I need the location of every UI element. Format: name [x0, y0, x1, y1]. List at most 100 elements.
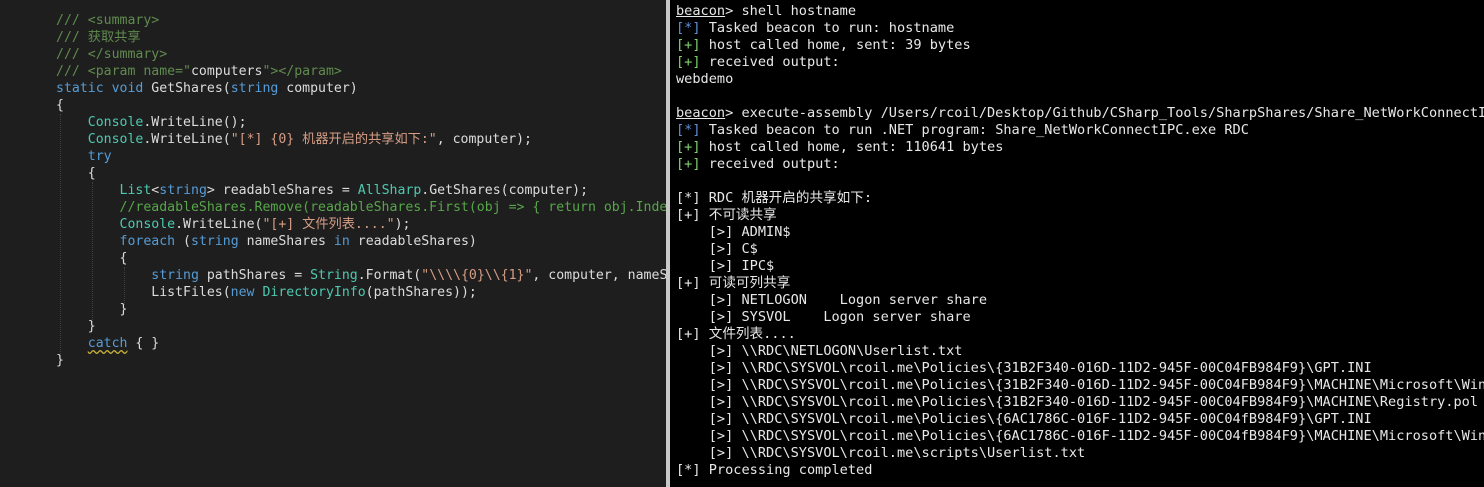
text-segment: received output:: [700, 156, 840, 172]
code-line: }: [56, 318, 666, 335]
text-segment: {: [56, 98, 64, 113]
text-segment: [>] C$: [676, 241, 758, 257]
text-segment: in: [333, 234, 350, 249]
text-segment: [>] \\RDC\SYSVOL\rcoil.me\Policies\{31B2…: [676, 377, 1484, 393]
text-segment: void: [111, 81, 144, 96]
code-text[interactable]: /// <summary>/// 获取共享/// </summary>/// <…: [56, 12, 666, 369]
text-segment: [104, 81, 112, 96]
code-line: foreach (string nameShares in readableSh…: [56, 233, 666, 250]
terminal-line: [>] \\RDC\SYSVOL\rcoil.me\Policies\{6AC1…: [676, 428, 1484, 445]
text-segment: [>] \\RDC\SYSVOL\rcoil.me\Policies\{6AC1…: [676, 411, 1372, 427]
text-segment: > execute-assembly /Users/rcoil/Desktop/…: [725, 105, 1484, 121]
text-segment: Tasked beacon to run .NET program: Share…: [700, 122, 1249, 138]
terminal-line: [>] C$: [676, 241, 1484, 258]
terminal-line: [+] received output:: [676, 54, 1484, 71]
text-segment: {: [56, 251, 128, 266]
terminal-line: [>] SYSVOL Logon server share: [676, 309, 1484, 326]
text-segment: String: [310, 268, 358, 283]
text-segment: "[*] {0} 机器开启的共享如下:": [230, 132, 437, 147]
terminal-line: webdemo: [676, 71, 1484, 88]
code-line: {: [56, 97, 666, 114]
text-segment: [>] NETLOGON Logon server share: [676, 292, 987, 308]
terminal-pane[interactable]: beacon> shell hostname [*] Tasked beacon …: [670, 0, 1484, 487]
text-segment: [>] ADMIN$: [676, 224, 791, 240]
text-segment: [+]: [676, 139, 701, 155]
text-segment: }: [56, 353, 64, 368]
text-segment: (: [175, 234, 191, 249]
code-line: Console.WriteLine();: [56, 114, 666, 131]
terminal-line: [+] host called home, sent: 110641 bytes: [676, 139, 1484, 156]
text-segment: [>] IPC$: [676, 258, 775, 274]
terminal-line: [+] 文件列表....: [676, 326, 1484, 343]
text-segment: nameShares: [238, 234, 334, 249]
text-segment: }: [56, 319, 96, 334]
text-segment: /// <summary>: [56, 13, 160, 28]
terminal-line: [+] 不可读共享: [676, 207, 1484, 224]
text-segment: Console: [87, 132, 144, 147]
terminal-line: [>] \\RDC\SYSVOL\rcoil.me\Policies\{31B2…: [676, 377, 1484, 394]
text-segment: Tasked beacon to run: hostname: [700, 20, 955, 36]
text-segment: [56, 132, 88, 147]
text-segment: GetShares(: [143, 81, 231, 96]
text-segment: computers: [190, 64, 263, 79]
text-segment: .WriteLine(: [143, 132, 231, 147]
terminal-line: [+] 可读可列共享: [676, 275, 1484, 292]
terminal-line: [>] \\RDC\NETLOGON\Userlist.txt: [676, 343, 1484, 360]
text-segment: "[+] 文件列表....": [262, 217, 395, 232]
text-segment: { }: [127, 336, 160, 351]
code-line: Console.WriteLine("[*] {0} 机器开启的共享如下:", …: [56, 131, 666, 148]
text-segment: > shell hostname: [725, 3, 857, 19]
text-segment: [56, 115, 88, 130]
text-segment: DirectoryInfo: [262, 285, 366, 300]
terminal-line: [+] host called home, sent: 39 bytes: [676, 37, 1484, 54]
terminal-line: beacon> shell hostname: [676, 3, 1484, 20]
terminal-line: [*] Tasked beacon to run: hostname: [676, 20, 1484, 37]
text-segment: [>] \\RDC\SYSVOL\rcoil.me\Policies\{31B2…: [676, 394, 1479, 410]
text-segment: foreach: [119, 234, 176, 249]
text-segment: [+] 可读可列共享: [676, 275, 791, 291]
terminal-line: [>] \\RDC\SYSVOL\rcoil.me\Policies\{31B2…: [676, 360, 1484, 377]
text-segment: static: [56, 81, 104, 96]
text-segment: AllSharp: [357, 183, 422, 198]
terminal-line: [>] \\RDC\SYSVOL\rcoil.me\scripts\Userli…: [676, 445, 1484, 462]
text-segment: string: [191, 234, 239, 249]
text-segment: "\\\\{0}\\{1}": [421, 268, 533, 283]
text-segment: [*]: [676, 20, 701, 36]
text-segment: catch: [87, 336, 128, 351]
text-segment: [>] \\RDC\SYSVOL\rcoil.me\Policies\{6AC1…: [676, 428, 1484, 444]
code-line: List<string> readableShares = AllSharp.G…: [56, 182, 666, 199]
text-segment: [56, 183, 120, 198]
text-segment: [*]: [676, 122, 701, 138]
text-segment: webdemo: [676, 71, 734, 87]
text-segment: [56, 336, 88, 351]
code-line: {: [56, 250, 666, 267]
terminal-line: [*] RDC 机器开启的共享如下:: [676, 190, 1484, 207]
text-segment: > readableShares =: [206, 183, 358, 198]
text-segment: , computer, nameSh: [532, 268, 666, 283]
text-segment: .Format(: [357, 268, 422, 283]
text-segment: "></param>: [262, 64, 342, 79]
terminal-line: [>] NETLOGON Logon server share: [676, 292, 1484, 309]
text-segment: host called home, sent: 39 bytes: [700, 37, 971, 53]
text-segment: Console: [87, 115, 144, 130]
terminal-line: beacon> execute-assembly /Users/rcoil/De…: [676, 105, 1484, 122]
code-editor-pane[interactable]: /// <summary>/// 获取共享/// </summary>/// <…: [0, 0, 666, 487]
text-segment: [56, 268, 151, 283]
terminal-line: [>] IPC$: [676, 258, 1484, 275]
text-segment: string: [159, 183, 207, 198]
code-line: {: [56, 165, 666, 182]
text-segment: [+]: [676, 156, 701, 172]
text-segment: , computer);: [436, 132, 532, 147]
terminal-output: beacon> shell hostname [*] Tasked beacon …: [676, 3, 1484, 479]
text-segment: [*] RDC 机器开启的共享如下:: [676, 190, 873, 206]
text-segment: [>] SYSVOL Logon server share: [676, 309, 971, 325]
code-line: /// </summary>: [56, 46, 666, 63]
code-line: static void GetShares(string computer): [56, 80, 666, 97]
terminal-line: [*] Tasked beacon to run .NET program: S…: [676, 122, 1484, 139]
text-segment: beacon: [676, 105, 726, 121]
editor-gutter: [0, 0, 26, 487]
text-segment: (pathShares));: [365, 285, 477, 300]
text-segment: [>] \\RDC\SYSVOL\rcoil.me\Policies\{31B2…: [676, 360, 1372, 376]
